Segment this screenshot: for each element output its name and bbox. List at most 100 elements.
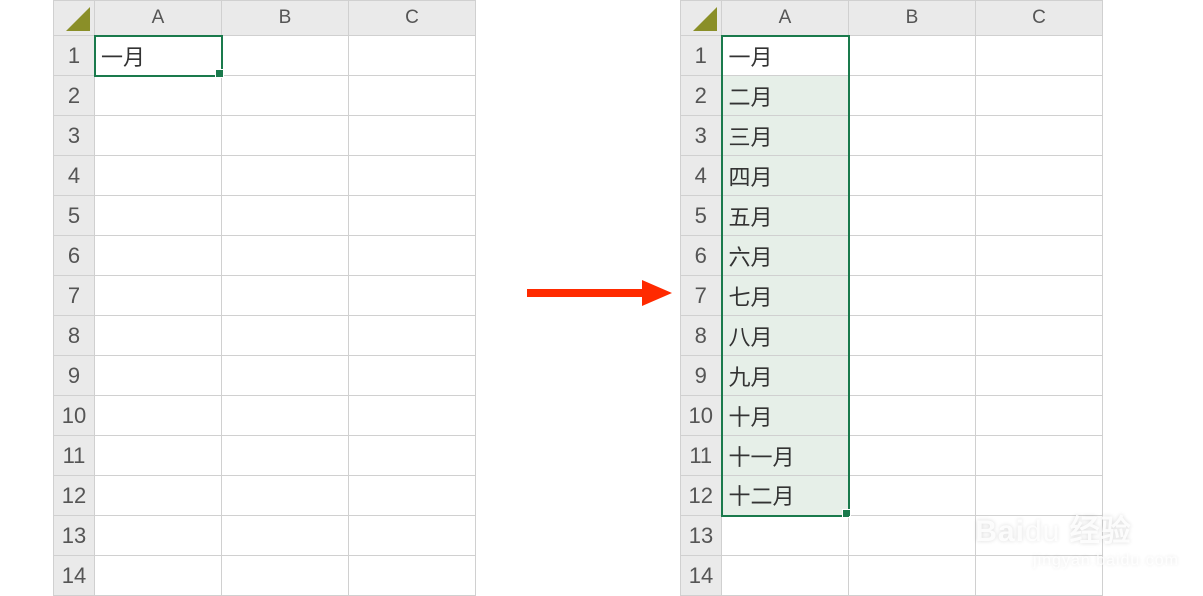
cell-A1[interactable]: 一月 [95, 36, 222, 76]
row-header-5[interactable]: 5 [54, 196, 95, 236]
select-all-corner[interactable] [54, 1, 95, 36]
row-header-3[interactable]: 3 [681, 116, 722, 156]
row-header-9[interactable]: 9 [54, 356, 95, 396]
cell-C3[interactable] [349, 116, 476, 156]
row-header-3[interactable]: 3 [54, 116, 95, 156]
row-header-7[interactable]: 7 [54, 276, 95, 316]
cell-C5[interactable] [976, 196, 1103, 236]
cell-C13[interactable] [976, 516, 1103, 556]
cell-A5[interactable] [95, 196, 222, 236]
cell-B4[interactable] [222, 156, 349, 196]
row-header-13[interactable]: 13 [54, 516, 95, 556]
cell-B5[interactable] [849, 196, 976, 236]
row-header-10[interactable]: 10 [54, 396, 95, 436]
cell-A10[interactable]: 十月 [722, 396, 849, 436]
row-header-14[interactable]: 14 [54, 556, 95, 596]
cell-A3[interactable] [95, 116, 222, 156]
cell-C5[interactable] [349, 196, 476, 236]
cell-B14[interactable] [849, 556, 976, 596]
cell-C14[interactable] [349, 556, 476, 596]
cell-C14[interactable] [976, 556, 1103, 596]
cell-A9[interactable] [95, 356, 222, 396]
cell-B2[interactable] [849, 76, 976, 116]
cell-A8[interactable] [95, 316, 222, 356]
cell-C2[interactable] [349, 76, 476, 116]
col-header-C[interactable]: C [976, 1, 1103, 36]
cell-B12[interactable] [222, 476, 349, 516]
cell-A12[interactable] [95, 476, 222, 516]
cell-A1[interactable]: 一月 [722, 36, 849, 76]
cell-C11[interactable] [976, 436, 1103, 476]
select-all-corner[interactable] [681, 1, 722, 36]
cell-A9[interactable]: 九月 [722, 356, 849, 396]
row-header-6[interactable]: 6 [681, 236, 722, 276]
col-header-B[interactable]: B [222, 1, 349, 36]
cell-A11[interactable] [95, 436, 222, 476]
cell-B3[interactable] [849, 116, 976, 156]
cell-B8[interactable] [849, 316, 976, 356]
cell-C9[interactable] [349, 356, 476, 396]
cell-B1[interactable] [849, 36, 976, 76]
cell-A12[interactable]: 十二月 [722, 476, 849, 516]
cell-C8[interactable] [976, 316, 1103, 356]
cell-B9[interactable] [222, 356, 349, 396]
cell-B3[interactable] [222, 116, 349, 156]
row-header-8[interactable]: 8 [681, 316, 722, 356]
row-header-4[interactable]: 4 [681, 156, 722, 196]
row-header-14[interactable]: 14 [681, 556, 722, 596]
col-header-C[interactable]: C [349, 1, 476, 36]
cell-B6[interactable] [222, 236, 349, 276]
cell-C9[interactable] [976, 356, 1103, 396]
cell-A4[interactable] [95, 156, 222, 196]
cell-A11[interactable]: 十一月 [722, 436, 849, 476]
cell-C12[interactable] [976, 476, 1103, 516]
col-header-A[interactable]: A [95, 1, 222, 36]
row-header-2[interactable]: 2 [681, 76, 722, 116]
cell-A7[interactable]: 七月 [722, 276, 849, 316]
cell-C4[interactable] [349, 156, 476, 196]
cell-A7[interactable] [95, 276, 222, 316]
cell-A13[interactable] [95, 516, 222, 556]
cell-A8[interactable]: 八月 [722, 316, 849, 356]
cell-C7[interactable] [349, 276, 476, 316]
cell-A10[interactable] [95, 396, 222, 436]
cell-B1[interactable] [222, 36, 349, 76]
row-header-7[interactable]: 7 [681, 276, 722, 316]
row-header-10[interactable]: 10 [681, 396, 722, 436]
cell-C6[interactable] [349, 236, 476, 276]
cell-B8[interactable] [222, 316, 349, 356]
cell-B7[interactable] [222, 276, 349, 316]
cell-A6[interactable]: 六月 [722, 236, 849, 276]
row-header-12[interactable]: 12 [681, 476, 722, 516]
cell-B2[interactable] [222, 76, 349, 116]
cell-C1[interactable] [349, 36, 476, 76]
row-header-8[interactable]: 8 [54, 316, 95, 356]
cell-A14[interactable] [95, 556, 222, 596]
row-header-5[interactable]: 5 [681, 196, 722, 236]
row-header-12[interactable]: 12 [54, 476, 95, 516]
cell-C3[interactable] [976, 116, 1103, 156]
row-header-11[interactable]: 11 [681, 436, 722, 476]
grid-left[interactable]: A B C 1 一月 2 3 4 5 6 7 8 9 10 11 12 13 1… [53, 0, 476, 596]
cell-B13[interactable] [849, 516, 976, 556]
col-header-B[interactable]: B [849, 1, 976, 36]
row-header-9[interactable]: 9 [681, 356, 722, 396]
cell-C2[interactable] [976, 76, 1103, 116]
cell-B7[interactable] [849, 276, 976, 316]
cell-B5[interactable] [222, 196, 349, 236]
cell-B9[interactable] [849, 356, 976, 396]
cell-B12[interactable] [849, 476, 976, 516]
cell-C10[interactable] [976, 396, 1103, 436]
col-header-A[interactable]: A [722, 1, 849, 36]
cell-A2[interactable] [95, 76, 222, 116]
cell-C4[interactable] [976, 156, 1103, 196]
row-header-6[interactable]: 6 [54, 236, 95, 276]
row-header-1[interactable]: 1 [681, 36, 722, 76]
row-header-2[interactable]: 2 [54, 76, 95, 116]
cell-B10[interactable] [849, 396, 976, 436]
cell-B6[interactable] [849, 236, 976, 276]
cell-A6[interactable] [95, 236, 222, 276]
row-header-4[interactable]: 4 [54, 156, 95, 196]
cell-A5[interactable]: 五月 [722, 196, 849, 236]
cell-C12[interactable] [349, 476, 476, 516]
